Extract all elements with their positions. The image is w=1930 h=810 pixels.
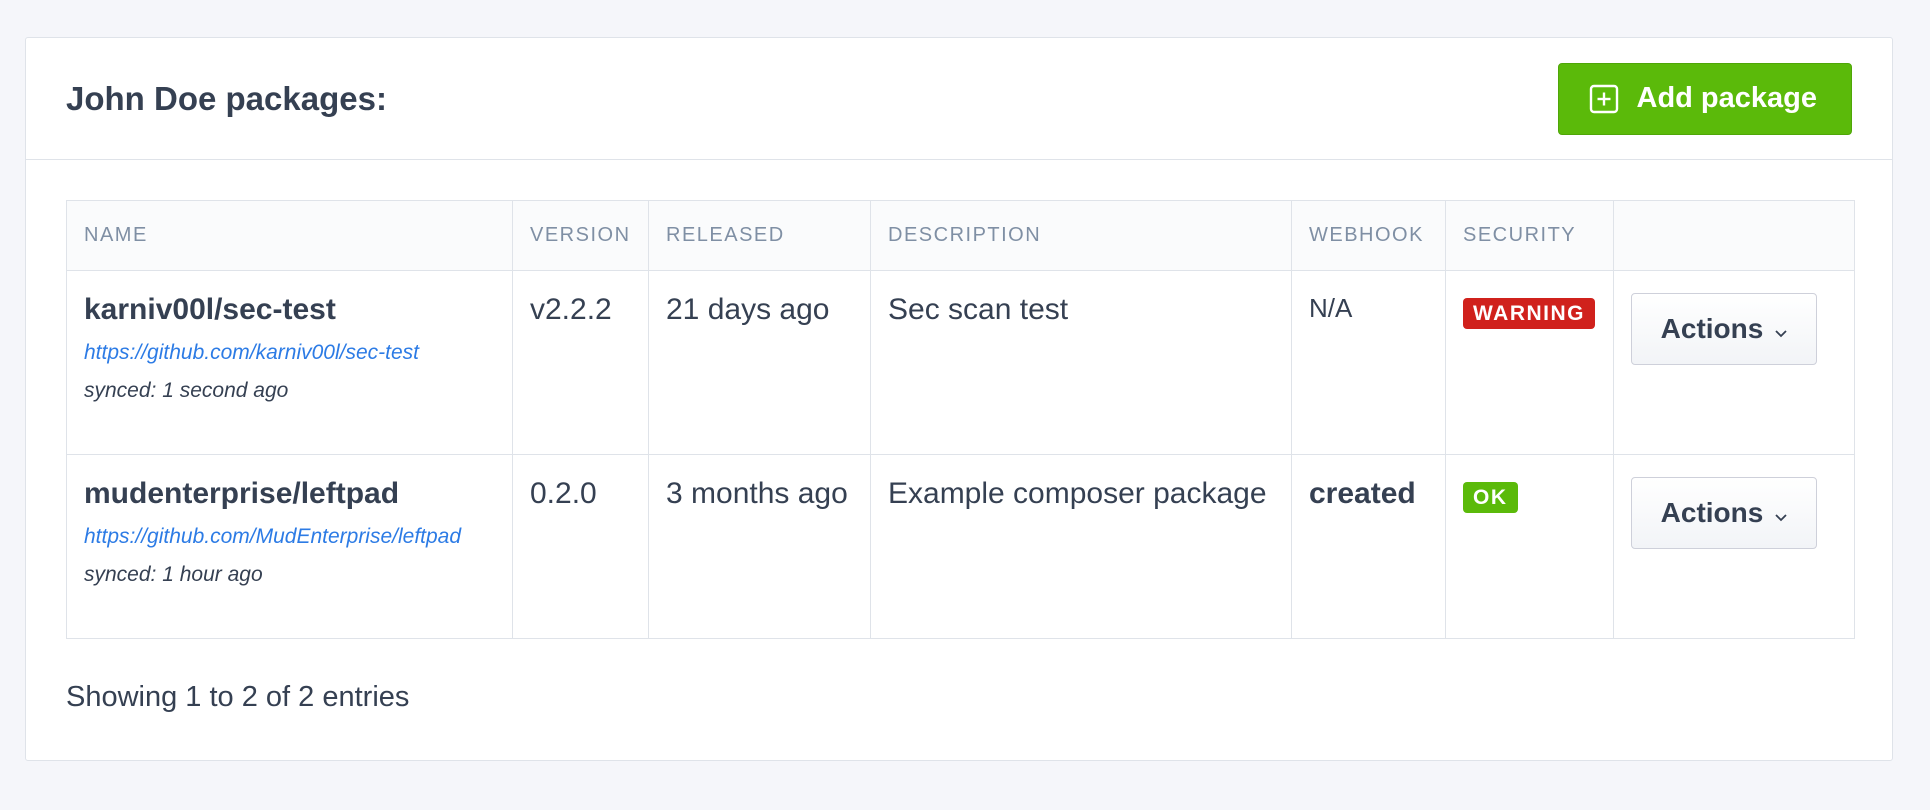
security-cell: OK — [1445, 454, 1614, 639]
table-row: mudenterprise/leftpad https://github.com… — [66, 454, 1855, 639]
name-cell: karniv00l/sec-test https://github.com/ka… — [66, 270, 513, 455]
version-cell: v2.2.2 — [512, 270, 649, 455]
package-released: 21 days ago — [666, 293, 830, 326]
webhook-cell: N/A — [1291, 270, 1446, 455]
actions-cell: Actions — [1613, 454, 1855, 639]
actions-label: Actions — [1660, 313, 1764, 344]
version-cell: 0.2.0 — [512, 454, 649, 639]
add-package-button[interactable]: Add package — [1557, 62, 1852, 135]
actions-dropdown-button[interactable]: Actions — [1631, 477, 1817, 549]
package-synced: synced: 1 hour ago — [84, 563, 263, 586]
name-cell: mudenterprise/leftpad https://github.com… — [66, 454, 513, 639]
package-released: 3 months ago — [666, 477, 848, 510]
column-header-actions — [1613, 200, 1855, 271]
released-cell: 21 days ago — [648, 270, 871, 455]
page-title: John Doe packages: — [66, 79, 387, 117]
add-package-label: Add package — [1636, 82, 1818, 114]
packages-card: John Doe packages: Add package NAME VERS… — [25, 37, 1893, 761]
actions-dropdown-button[interactable]: Actions — [1631, 293, 1817, 365]
package-name[interactable]: karniv00l/sec-test — [84, 293, 495, 327]
webhook-cell: created — [1291, 454, 1446, 639]
chevron-down-icon — [1775, 497, 1787, 529]
column-header-webhook[interactable]: WEBHOOK — [1291, 200, 1446, 271]
table-header-row: NAME VERSION RELEASED DESCRIPTION WEBHOO… — [66, 200, 1855, 271]
package-description: Sec scan test — [888, 293, 1069, 326]
package-url-link[interactable]: https://github.com/MudEnterprise/leftpad — [84, 525, 495, 549]
released-cell: 3 months ago — [648, 454, 871, 639]
package-synced: synced: 1 second ago — [84, 379, 289, 402]
description-cell: Sec scan test — [870, 270, 1292, 455]
actions-cell: Actions — [1613, 270, 1855, 455]
chevron-down-icon — [1775, 313, 1787, 345]
package-url-link[interactable]: https://github.com/karniv00l/sec-test — [84, 341, 495, 365]
description-cell: Example composer package — [870, 454, 1292, 639]
table-info: Showing 1 to 2 of 2 entries — [66, 681, 410, 713]
card-header: John Doe packages: Add package — [26, 38, 1892, 160]
card-body: NAME VERSION RELEASED DESCRIPTION WEBHOO… — [26, 160, 1892, 714]
packages-table: NAME VERSION RELEASED DESCRIPTION WEBHOO… — [66, 200, 1855, 639]
security-badge-warning: WARNING — [1463, 298, 1595, 329]
package-version: v2.2.2 — [530, 293, 612, 326]
table-row: karniv00l/sec-test https://github.com/ka… — [66, 270, 1855, 455]
plus-square-icon — [1589, 84, 1619, 114]
webhook-status: N/A — [1309, 293, 1353, 323]
column-header-released[interactable]: RELEASED — [648, 200, 871, 271]
webhook-status: created — [1309, 477, 1416, 510]
security-cell: WARNING — [1445, 270, 1614, 455]
package-name[interactable]: mudenterprise/leftpad — [84, 477, 495, 511]
actions-label: Actions — [1660, 497, 1764, 528]
column-header-security[interactable]: SECURITY — [1445, 200, 1614, 271]
column-header-version[interactable]: VERSION — [512, 200, 649, 271]
package-version: 0.2.0 — [530, 477, 597, 510]
column-header-description[interactable]: DESCRIPTION — [870, 200, 1292, 271]
package-description: Example composer package — [888, 477, 1267, 510]
column-header-name[interactable]: NAME — [66, 200, 513, 271]
security-badge-ok: OK — [1463, 482, 1518, 513]
